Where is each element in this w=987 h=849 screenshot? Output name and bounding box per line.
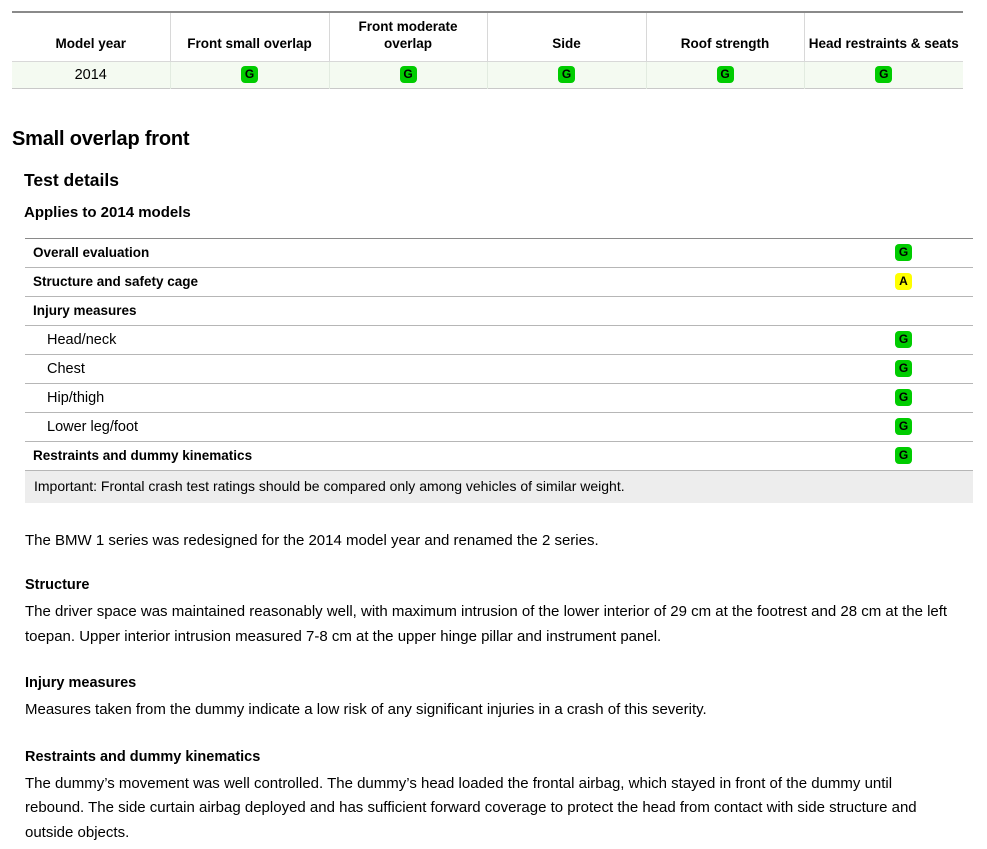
column-header-front-moderate-overlap: Front moderate overlap (328, 12, 487, 62)
detail-rating-overall-evaluation: G (895, 244, 973, 262)
page-title: Small overlap front (12, 127, 190, 150)
list-item: Head/neck G (25, 326, 973, 355)
cell-front-small-overlap: G (169, 60, 329, 89)
cell-side: G (486, 60, 646, 89)
list-item: Chest G (25, 355, 973, 384)
summary-table-head: Model year Front small overlap Front mod… (12, 12, 963, 62)
paragraph-restraints-and-dummy-kinematics: The dummy’s movement was well controlled… (25, 774, 917, 841)
column-header-model-year: Model year (12, 12, 170, 62)
cell-model-year: 2014 (12, 60, 170, 89)
detail-rating-structure-and-safety-cage: A (895, 273, 973, 291)
summary-ratings-table: Model year Front small overlap Front mod… (12, 11, 963, 89)
summary-ratings-section: Model year Front small overlap Front mod… (0, 0, 987, 89)
detail-rating-chest: G (895, 360, 973, 378)
rating-badge-good: G (895, 244, 912, 262)
detail-label-restraints-and-dummy-kinematics: Restraints and dummy kinematics (33, 448, 253, 464)
detail-label-lower-leg-foot: Lower leg/foot (47, 418, 139, 435)
list-item: Hip/thigh G (25, 384, 973, 413)
detail-label-head-neck: Head/neck (47, 331, 117, 348)
rating-badge-good: G (895, 389, 912, 407)
important-note: Important: Frontal crash test ratings sh… (25, 470, 973, 503)
rating-badge-side: G (558, 66, 575, 84)
list-item: Restraints and dummy kinematics G (25, 442, 973, 471)
rating-badge-front-moderate-overlap: G (399, 66, 417, 84)
summary-header-row: Model year Front small overlap Front mod… (12, 12, 963, 62)
detail-rating-lower-leg-foot: G (895, 418, 973, 436)
cell-roof-strength: G (645, 60, 804, 89)
rating-badge-roof-strength: G (716, 66, 734, 84)
detail-rating-head-neck: G (895, 331, 973, 349)
cell-head-restraints-seats: G (803, 60, 963, 89)
detail-label-injury-measures: Injury measures (33, 303, 137, 319)
summary-table-body: 2014 G G G G G (12, 60, 963, 89)
rating-badge-front-small-overlap: G (241, 66, 258, 84)
column-header-roof-strength: Roof strength (645, 12, 804, 62)
detail-label-structure-and-safety-cage: Structure and safety cage (33, 274, 199, 290)
test-details-heading: Test details (24, 169, 119, 190)
column-header-side: Side (486, 12, 646, 62)
narrative-copy: The BMW 1 series was redesigned for the … (25, 530, 963, 845)
list-item: Structure and safety cage A (25, 268, 973, 297)
detail-label-overall-evaluation: Overall evaluation (33, 245, 150, 261)
applies-to-heading: Applies to 2014 models (24, 203, 191, 221)
heading-injury-measures: Injury measures (25, 675, 137, 692)
detail-label-chest: Chest (47, 360, 85, 377)
rating-badge-good: G (895, 418, 912, 436)
intro-paragraph: The BMW 1 series was redesigned for the … (25, 531, 599, 549)
paragraph-structure: The driver space was maintained reasonab… (25, 603, 948, 645)
column-header-front-small-overlap: Front small overlap (169, 12, 329, 62)
paragraph-injury-measures: Measures taken from the dummy indicate a… (25, 701, 707, 719)
rating-badge-head-restraints-seats: G (875, 66, 893, 84)
heading-structure: Structure (25, 577, 90, 594)
detail-label-hip-thigh: Hip/thigh (47, 389, 105, 406)
heading-restraints-and-dummy-kinematics: Restraints and dummy kinematics (25, 748, 261, 765)
list-item: Overall evaluation G (25, 239, 973, 268)
cell-front-moderate-overlap: G (328, 60, 487, 89)
column-header-head-restraints-seats: Head restraints & seats (803, 12, 963, 62)
table-row: 2014 G G G G G (12, 60, 963, 89)
rating-badge-acceptable: A (895, 273, 912, 291)
rating-badge-good: G (895, 360, 912, 378)
detail-rating-hip-thigh: G (895, 389, 973, 407)
list-item: Lower leg/foot G (25, 413, 973, 442)
rating-badge-good: G (895, 447, 912, 465)
rating-badge-good: G (895, 331, 912, 349)
detail-rating-restraints-and-dummy-kinematics: G (895, 447, 973, 465)
list-item: Injury measures (25, 297, 973, 326)
detail-ratings-list: Overall evaluation G Structure and safet… (25, 237, 973, 471)
